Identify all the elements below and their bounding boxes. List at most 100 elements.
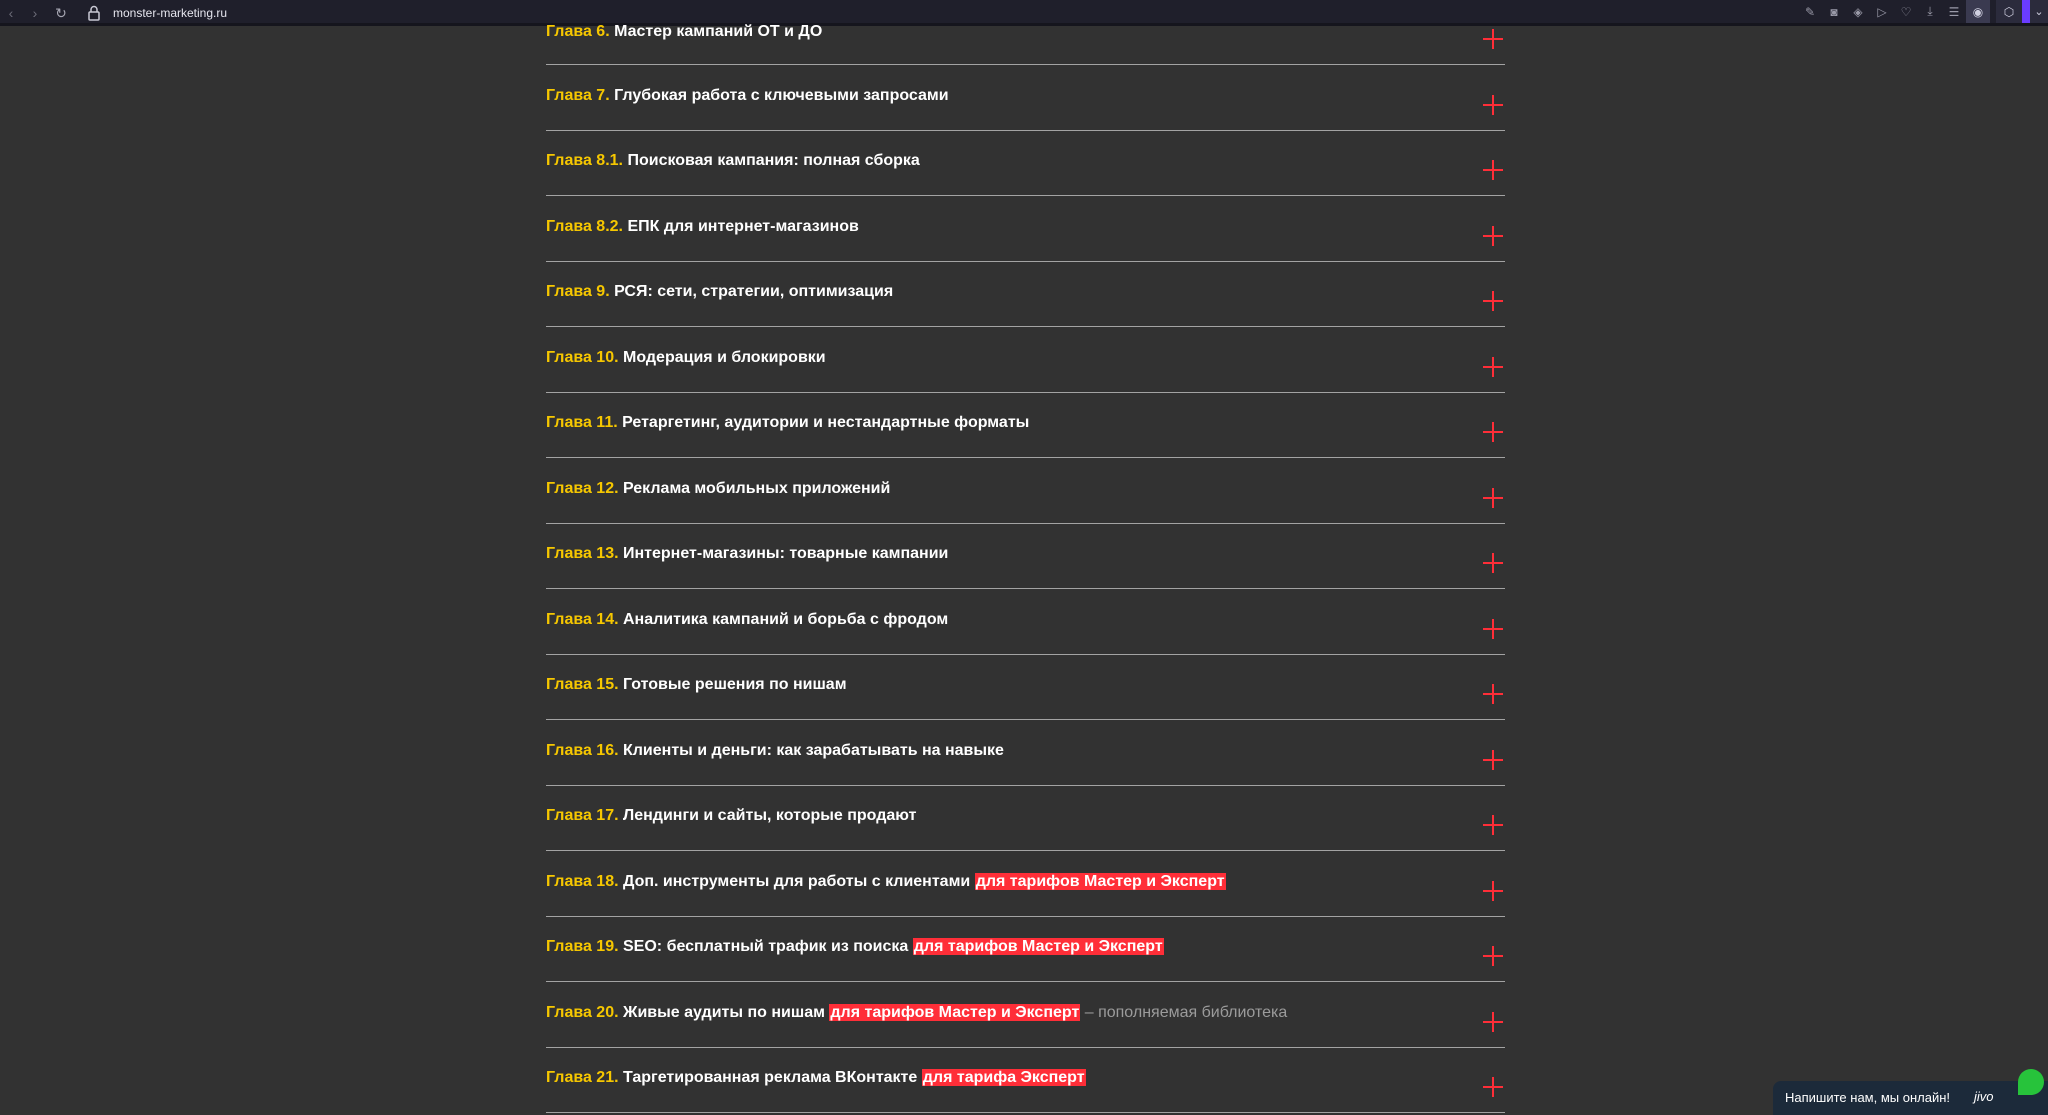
chat-brand-logo: jivo — [1974, 1089, 1994, 1104]
chapter-name: Аналитика кампаний и борьба с фродом — [623, 611, 949, 628]
chapter-item[interactable]: Глава 7. Глубокая работа с ключевыми зап… — [546, 65, 1505, 131]
chapter-item[interactable]: Глава 12. Реклама мобильных приложений — [546, 458, 1505, 524]
chapter-title[interactable]: Глава 14. Аналитика кампаний и борьба с … — [546, 609, 948, 631]
chat-prompt[interactable]: Напишите нам, мы онлайн! — [1785, 1090, 1950, 1105]
chapter-title[interactable]: Глава 8.1. Поисковая кампания: полная сб… — [546, 150, 920, 172]
chapter-title[interactable]: Глава 7. Глубокая работа с ключевыми зап… — [546, 85, 949, 107]
chapter-title[interactable]: Глава 9. РСЯ: сети, стратегии, оптимизац… — [546, 281, 893, 303]
chapter-item[interactable]: Глава 18. Доп. инструменты для работы с … — [546, 851, 1505, 917]
chapter-title[interactable]: Глава 17. Лендинги и сайты, которые прод… — [546, 805, 916, 827]
chapter-item[interactable]: Глава 10. Модерация и блокировки — [546, 327, 1505, 393]
tariff-badge: для тарифа Эксперт — [921, 1069, 1086, 1086]
expand-plus-icon[interactable] — [1483, 357, 1503, 377]
chapter-item[interactable]: Глава 17. Лендинги и сайты, которые прод… — [546, 785, 1505, 851]
expand-plus-icon[interactable] — [1483, 488, 1503, 508]
expand-plus-icon[interactable] — [1483, 815, 1503, 835]
chapter-name: Живые аудиты по нишам — [623, 1004, 825, 1021]
play-icon[interactable]: ▷ — [1870, 0, 1894, 23]
expand-plus-icon[interactable] — [1483, 160, 1503, 180]
chevron-icon[interactable]: ⌄ — [2030, 0, 2048, 23]
download-icon[interactable]: ⤓ — [1918, 0, 1942, 23]
chapter-number: Глава 19. — [546, 938, 619, 955]
address-bar[interactable]: monster-marketing.ru — [113, 4, 227, 22]
chapter-number: Глава 9. — [546, 283, 610, 300]
chapter-name: Доп. инструменты для работы с клиентами — [623, 873, 971, 890]
expand-plus-icon[interactable] — [1483, 1077, 1503, 1097]
chapter-title[interactable]: Глава 15. Готовые решения по нишам — [546, 674, 847, 696]
expand-plus-icon[interactable] — [1483, 750, 1503, 770]
chapter-name: РСЯ: сети, стратегии, оптимизация — [614, 283, 894, 300]
chapter-name: Клиенты и деньги: как зарабатывать на на… — [623, 742, 1004, 759]
expand-plus-icon[interactable] — [1483, 226, 1503, 246]
expand-plus-icon[interactable] — [1483, 1012, 1503, 1032]
edit-icon[interactable]: ✎ — [1798, 0, 1822, 23]
expand-plus-icon[interactable] — [1483, 95, 1503, 115]
extension-accent — [2022, 0, 2030, 23]
menu-icon[interactable]: ☰ — [1942, 0, 1966, 23]
chapter-number: Глава 17. — [546, 807, 619, 824]
chapter-item[interactable]: Глава 9. РСЯ: сети, стратегии, оптимизац… — [546, 261, 1505, 327]
chapter-name: Поисковая кампания: полная сборка — [627, 152, 920, 169]
chapter-title[interactable]: Глава 10. Модерация и блокировки — [546, 347, 826, 369]
chapter-name: Реклама мобильных приложений — [623, 480, 891, 497]
chapter-name: Готовые решения по нишам — [623, 676, 847, 693]
expand-plus-icon[interactable] — [1483, 684, 1503, 704]
chapter-item[interactable]: Глава 6. Мастер кампаний ОТ и ДО — [546, 0, 1505, 65]
expand-plus-icon[interactable] — [1483, 881, 1503, 901]
chapter-item[interactable]: Глава 8.1. Поисковая кампания: полная сб… — [546, 130, 1505, 196]
chapter-item[interactable]: Глава 20. Живые аудиты по нишам для тари… — [546, 982, 1505, 1048]
chapter-title[interactable]: Глава 21. Таргетированная реклама ВКонта… — [546, 1067, 1086, 1089]
chapter-name: ЕПК для интернет-магазинов — [627, 218, 859, 235]
chapter-title[interactable]: Глава 19. SEO: бесплатный трафик из поис… — [546, 936, 1164, 958]
expand-plus-icon[interactable] — [1483, 29, 1503, 49]
chapter-name: Глубокая работа с ключевыми запросами — [614, 87, 949, 104]
chapter-title[interactable]: Глава 13. Интернет-магазины: товарные ка… — [546, 543, 948, 565]
chapter-item[interactable]: Глава 14. Аналитика кампаний и борьба с … — [546, 589, 1505, 655]
expand-plus-icon[interactable] — [1483, 619, 1503, 639]
chapter-item[interactable]: Глава 19. SEO: бесплатный трафик из поис… — [546, 916, 1505, 982]
extension-icon[interactable]: ⬡ — [1996, 0, 2022, 23]
camera-icon[interactable]: ◙ — [1822, 0, 1846, 23]
chapter-number: Глава 10. — [546, 349, 619, 366]
chapter-title[interactable]: Глава 8.2. ЕПК для интернет-магазинов — [546, 216, 859, 238]
chapter-number: Глава 12. — [546, 480, 619, 497]
shield-icon[interactable]: ◈ — [1846, 0, 1870, 23]
expand-plus-icon[interactable] — [1483, 291, 1503, 311]
chapter-item[interactable]: Глава 16. Клиенты и деньги: как зарабаты… — [546, 720, 1505, 786]
chapter-title[interactable]: Глава 18. Доп. инструменты для работы с … — [546, 871, 1226, 893]
back-icon[interactable]: ‹ — [2, 4, 20, 22]
chapter-number: Глава 11. — [546, 414, 618, 431]
chat-bubble-icon[interactable] — [2018, 1069, 2044, 1095]
expand-plus-icon[interactable] — [1483, 946, 1503, 966]
chapter-note: – пополняемая библиотека — [1084, 1004, 1288, 1021]
chapter-item[interactable]: Глава 15. Готовые решения по нишам — [546, 654, 1505, 720]
tariff-badge: для тарифов Мастер и Эксперт — [974, 873, 1226, 890]
toolbar-icons: ✎ ◙ ◈ ▷ ♡ ⤓ ☰ ◉ ⬡ ⌄ — [1798, 0, 2048, 23]
chapter-item[interactable]: Глава 8.2. ЕПК для интернет-магазинов — [546, 196, 1505, 262]
forward-icon[interactable]: › — [26, 4, 44, 22]
chapter-number: Глава 13. — [546, 545, 619, 562]
chapter-number: Глава 15. — [546, 676, 619, 693]
expand-plus-icon[interactable] — [1483, 553, 1503, 573]
chapter-title[interactable]: Глава 20. Живые аудиты по нишам для тари… — [546, 1002, 1287, 1024]
chat-widget[interactable]: Напишите нам, мы онлайн! jivo — [1773, 1069, 2048, 1115]
chapter-number: Глава 6. — [546, 23, 610, 40]
chapter-title[interactable]: Глава 11. Ретаргетинг, аудитории и неста… — [546, 412, 1029, 434]
chapter-title[interactable]: Глава 16. Клиенты и деньги: как зарабаты… — [546, 740, 1004, 762]
chapter-name: Интернет-магазины: товарные кампании — [623, 545, 949, 562]
profile-icon[interactable]: ◉ — [1966, 0, 1990, 23]
chapter-name: Лендинги и сайты, которые продают — [623, 807, 917, 824]
expand-plus-icon[interactable] — [1483, 422, 1503, 442]
reload-icon[interactable]: ↻ — [52, 4, 70, 22]
heart-icon[interactable]: ♡ — [1894, 0, 1918, 23]
chapter-number: Глава 20. — [546, 1004, 619, 1021]
lock-icon — [88, 5, 100, 21]
chapter-item[interactable]: Глава 21. Таргетированная реклама ВКонта… — [546, 1047, 1505, 1113]
chapter-title[interactable]: Глава 12. Реклама мобильных приложений — [546, 478, 890, 500]
chapter-name: Модерация и блокировки — [623, 349, 826, 366]
chapter-item[interactable]: Глава 13. Интернет-магазины: товарные ка… — [546, 523, 1505, 589]
chapter-item[interactable]: Глава 11. Ретаргетинг, аудитории и неста… — [546, 392, 1505, 458]
chapter-title[interactable]: Глава 6. Мастер кампаний ОТ и ДО — [546, 21, 822, 43]
chapter-number: Глава 8.1. — [546, 152, 623, 169]
chapter-name: Таргетированная реклама ВКонтакте — [623, 1069, 918, 1086]
